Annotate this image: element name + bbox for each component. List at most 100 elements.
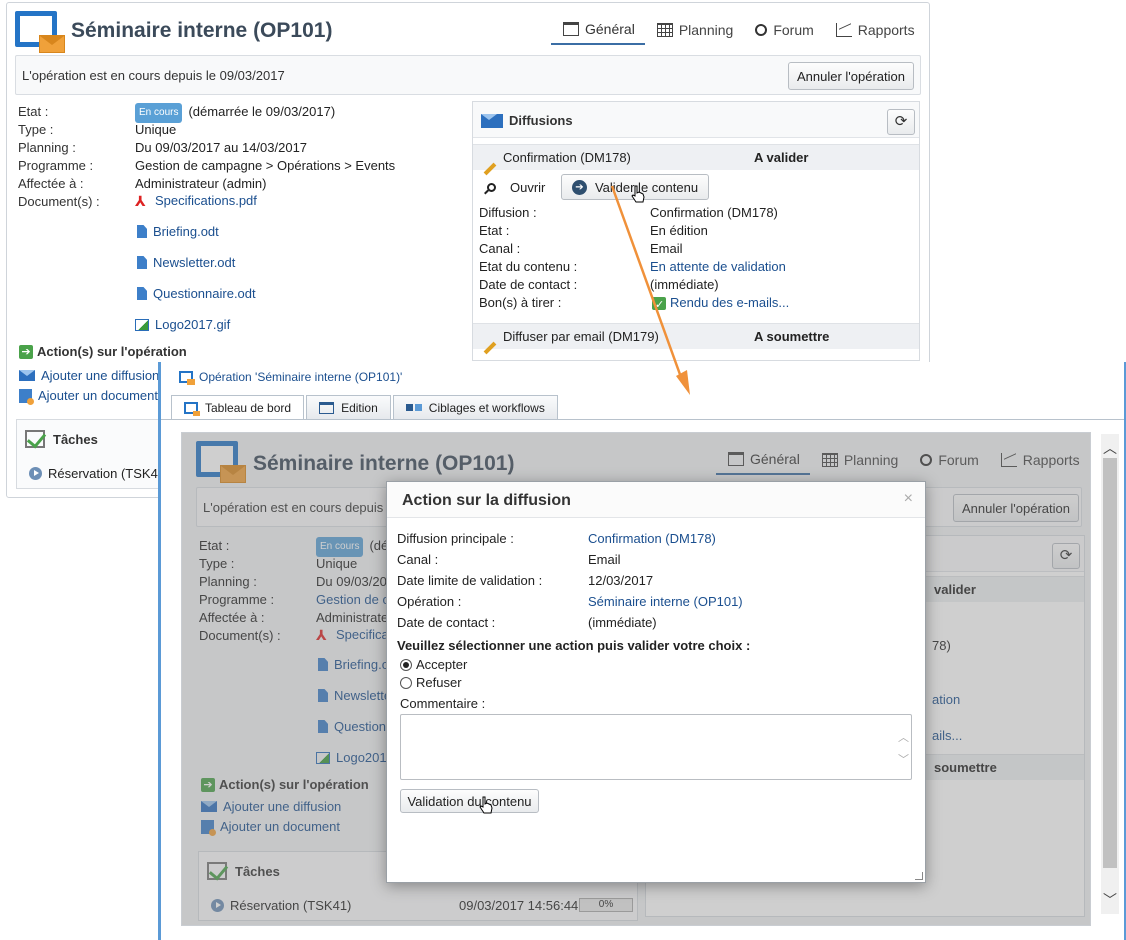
pencil-icon [483,341,497,355]
cancel-operation-button[interactable]: Annuler l'opération [953,494,1079,522]
field-planning: Planning : Du 09/03/2017 au 14/03/2017 [18,140,308,155]
forum-icon [920,454,933,466]
comment-textarea[interactable]: ︿ ﹀ [400,714,912,780]
chevron-up-icon[interactable]: ︿ [1103,438,1117,458]
play-icon [211,899,224,912]
pencil-icon [483,162,497,176]
document-link[interactable]: Briefing.o [318,657,389,672]
open-button[interactable]: Ouvrir [487,180,545,195]
arrow-right-icon: ➔ [19,344,33,359]
textarea-scroll-icon: ︿ ﹀ [898,732,909,766]
tab-general[interactable]: Général [716,447,810,475]
document-link[interactable]: Questionnaire.odt [137,286,256,301]
radio-unchecked[interactable] [400,676,412,689]
tab-targeting[interactable]: Ciblages et workflows [392,395,558,419]
refresh-button[interactable]: ⟳ [1052,543,1080,569]
tab-general[interactable]: Général [551,17,645,45]
document-icon [137,256,147,269]
pdf-icon: ⅄ [316,626,327,643]
hand-cursor-icon [479,796,493,814]
delivery-status: A soumettre [754,329,830,344]
document-icon [318,689,328,702]
general-icon [728,452,744,466]
tab-planning[interactable]: Planning [810,447,909,475]
tab-rapports[interactable]: Rapports [824,17,925,45]
actions-title: ➔ Action(s) sur l'opération [201,777,369,792]
tab-forum[interactable]: Forum [743,17,823,45]
operation-link[interactable]: Séminaire interne (OP101) [588,594,743,609]
page-title: Séminaire interne (OP101) [253,452,515,475]
image-icon [316,751,330,764]
comment-label: Commentaire : [400,696,486,711]
add-document-link[interactable]: Ajouter un document [19,388,158,405]
document-link[interactable]: Newsletter.odt [137,255,235,270]
delivery-status: A valider [754,150,809,165]
document-link[interactable]: Newslette [318,688,391,703]
add-document-link[interactable]: Ajouter un document [201,819,340,836]
tab-forum[interactable]: Forum [908,447,988,475]
programme-link[interactable]: Gestion de campagne > Opérations > Event… [135,157,395,175]
document-link[interactable]: Briefing.odt [137,224,219,239]
add-delivery-link[interactable]: Ajouter une diffusion [19,368,159,383]
mail-icon [201,801,217,812]
close-icon[interactable]: × [904,490,913,508]
main-delivery-link[interactable]: Confirmation (DM178) [588,531,716,546]
radio-checked[interactable] [400,658,412,671]
accept-radio[interactable]: Accepter [400,657,467,672]
content-status-link[interactable]: ation [932,692,960,707]
document-icon [137,225,147,238]
chevron-down-icon[interactable]: ﹀ [1103,890,1117,910]
document-link[interactable]: ⅄ Specifica [316,627,389,642]
document-link[interactable]: Question [318,719,386,734]
breadcrumb[interactable]: Opération 'Séminaire interne (OP101)' [179,370,402,385]
resize-handle[interactable] [915,872,923,880]
forum-icon [755,24,768,36]
callout-arrow [610,185,690,395]
delivery-action-dialog: Action sur la diffusion × Diffusion prin… [386,481,926,883]
pdf-icon: ⅄ [135,192,146,209]
status-bar: L'opération est en cours depuis le 09/03… [15,55,921,95]
status-text: L'opération est en cours depuis le 09/03… [22,68,285,83]
arrow-right-icon: ➔ [201,777,215,792]
add-delivery-link[interactable]: Ajouter une diffusion [201,799,341,814]
detail-row: Canal : [479,241,521,256]
calendar-icon [656,23,673,37]
search-icon [487,183,496,192]
tab-rapports[interactable]: Rapports [989,447,1090,475]
edit-icon [319,401,335,414]
document-link[interactable]: ⅄ Specifications.pdf [135,193,257,208]
refuse-radio[interactable]: Refuser [400,675,462,690]
operation-logo-icon [196,441,246,485]
document-icon [318,658,328,671]
field-affectee: Affectée à : Administrateur (admin) [18,176,267,191]
task-date: 09/03/2017 14:56:44 [459,898,579,913]
validate-content-submit-button[interactable]: Validation du contenu [400,789,539,813]
tab-edition[interactable]: Edition [306,395,391,419]
general-icon [563,22,579,36]
detail-row: Etat du contenu : [479,259,578,274]
programme-link[interactable]: Gestion de c [316,591,388,609]
task-item[interactable]: Réservation (TSK41) [211,898,351,913]
refresh-icon: ⟳ [894,113,908,130]
delivery-row[interactable]: Confirmation (DM178) A valider [473,144,919,176]
document-link[interactable]: Logo2017 [316,750,394,765]
cancel-operation-button[interactable]: Annuler l'opération [788,62,914,90]
task-item[interactable]: Réservation (TSK41) [29,466,169,481]
mail-icon [19,370,35,381]
vertical-scrollbar[interactable]: ︿ ﹀ [1101,434,1119,914]
arrow-circle-icon: ➔ [571,179,587,195]
view-tabs: Tableau de bord Edition Ciblages et work… [171,395,560,420]
document-link[interactable]: Logo2017.gif [135,317,230,332]
scrollbar-thumb[interactable] [1103,458,1117,868]
operation-tabs: Général Planning Forum Rapports [551,17,925,45]
task-progress: 0% [579,898,633,912]
tab-dashboard[interactable]: Tableau de bord [171,395,305,420]
document-icon [318,720,328,733]
refresh-icon: ⟳ [1059,547,1073,564]
field-type: Type : Unique [18,122,177,137]
chart-icon [1000,453,1017,467]
proof-link[interactable]: ails... [932,728,962,743]
image-icon [135,318,149,331]
refresh-button[interactable]: ⟳ [887,109,915,135]
tab-planning[interactable]: Planning [645,17,744,45]
